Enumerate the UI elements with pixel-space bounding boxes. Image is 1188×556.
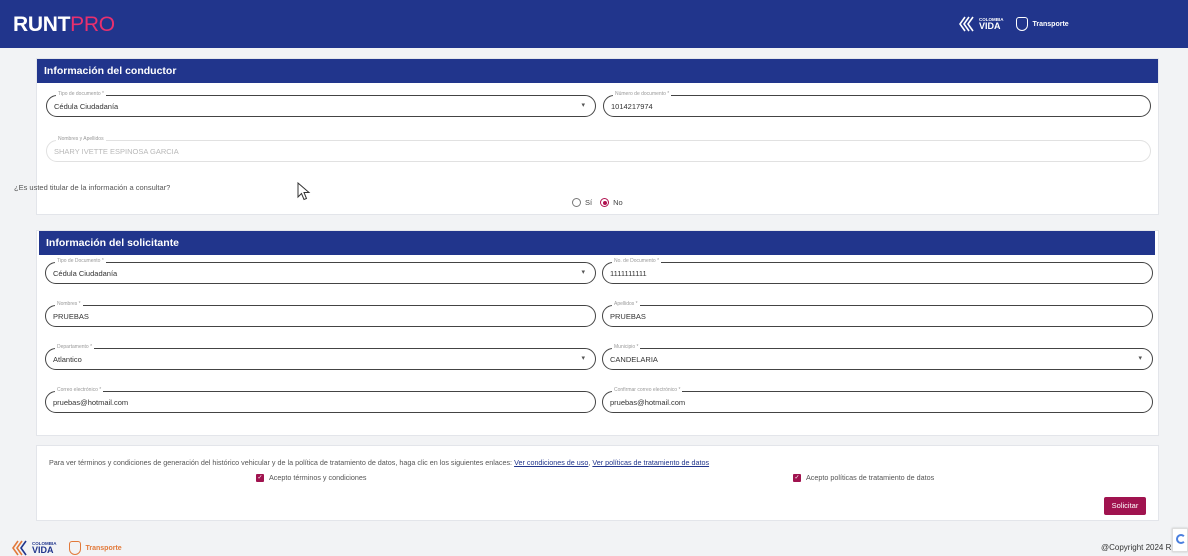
transporte-logo: Transporte [1015, 17, 1069, 31]
header-logos: COLOMBIA VIDA Transporte [958, 16, 1069, 32]
check-icon[interactable]: ✓ [793, 473, 801, 482]
chevron-down-icon: ▾ [1138, 355, 1142, 362]
transporte-logo: Transporte [68, 541, 122, 555]
terms-text: Para ver términos y condiciones de gener… [49, 458, 513, 467]
accept-terms-label: Acepto términos y condiciones [269, 473, 367, 482]
field-label: Municipio * [612, 344, 641, 351]
logo-big-text: VIDA [979, 21, 1001, 31]
copyright: @Copyright 2024 R [1101, 543, 1172, 552]
conductor-full-name-input: Nombres y Apellidos SHARY IVETTE ESPINOS… [46, 136, 1151, 162]
holder-question: ¿Es usted titular de la información a co… [14, 183, 171, 192]
radio-no-label[interactable]: No [613, 198, 623, 207]
field-label: Tipo de documento * [56, 91, 106, 98]
field-value: SHARY IVETTE ESPINOSA GARCIA [54, 147, 179, 156]
solicitar-button[interactable]: Solicitar [1104, 497, 1146, 515]
field-value: pruebas@hotmail.com [610, 398, 686, 407]
chevron-down-icon: ▾ [581, 102, 585, 109]
field-value: PRUEBAS [610, 312, 646, 321]
field-value: CANDELARIA [610, 355, 658, 364]
colombia-vida-icon [959, 16, 974, 32]
field-label: No. de Documento * [612, 258, 662, 265]
conductor-card: Información del conductor Tipo de docume… [36, 58, 1159, 215]
colombia-vida-logo: COLOMBIA VIDA [958, 16, 1004, 32]
policy-link[interactable]: Ver políticas de tratamiento de datos [592, 458, 709, 467]
solicitante-doc-number-input[interactable]: No. de Documento * 1111111111 [602, 258, 1153, 284]
radio-no[interactable] [600, 198, 610, 207]
solicitante-card: Información del solicitante Tipo de Docu… [36, 230, 1159, 436]
chevron-down-icon: ▾ [581, 355, 585, 362]
holder-radio-group: Sí No [572, 198, 623, 207]
shield-icon [68, 541, 81, 555]
chevron-down-icon: ▾ [581, 269, 585, 276]
field-value: 1111111111 [610, 269, 647, 278]
check-icon[interactable]: ✓ [256, 473, 264, 482]
top-bar: RUNTPRO COLOMBIA VIDA Transporte [0, 0, 1188, 48]
field-value: Cédula Ciudadanía [54, 102, 119, 111]
transporte-text: Transporte [85, 544, 122, 552]
accept-policy-label: Acepto políticas de tratamiento de datos [806, 473, 935, 482]
recaptcha-icon [1176, 534, 1186, 544]
field-label: Confirmar correo electrónico * [612, 387, 683, 394]
recaptcha-badge[interactable] [1172, 528, 1188, 552]
terms-text-line: Para ver términos y condiciones de gener… [49, 458, 709, 467]
brand-bold: RUNT [13, 13, 71, 36]
transporte-text: Transporte [1032, 20, 1069, 28]
terms-card [36, 445, 1159, 521]
shield-icon [1015, 17, 1028, 31]
accept-policy-checkbox[interactable]: ✓ Acepto políticas de tratamiento de dat… [793, 473, 934, 482]
terms-separator: , [588, 458, 591, 467]
field-value: PRUEBAS [53, 312, 89, 321]
surnames-input[interactable]: Apellidos * PRUEBAS [602, 301, 1153, 327]
accept-terms-checkbox[interactable]: ✓ Acepto términos y condiciones [256, 473, 366, 482]
field-value: Atlantico [53, 355, 82, 364]
field-value: Cédula Ciudadanía [53, 269, 118, 278]
solicitante-title: Información del solicitante [39, 231, 1155, 255]
names-input[interactable]: Nombres * PRUEBAS [45, 301, 596, 327]
field-label: Tipo de Documento * [55, 258, 106, 265]
field-label: Correo electrónico * [55, 387, 104, 394]
conductor-doc-type-select[interactable]: Tipo de documento * Cédula Ciudadanía ▾ [46, 91, 596, 117]
solicitante-doc-type-select[interactable]: Tipo de Documento * Cédula Ciudadanía ▾ [45, 258, 596, 284]
colombia-vida-logo: COLOMBIA VIDA [11, 540, 57, 556]
brand-light: PRO [70, 13, 115, 36]
email-confirm-input[interactable]: Confirmar correo electrónico * pruebas@h… [602, 387, 1153, 413]
cursor-icon [297, 182, 311, 201]
terms-link[interactable]: Ver condiciones de uso [514, 458, 588, 467]
colombia-vida-icon [12, 540, 27, 556]
conductor-title: Información del conductor [37, 59, 1158, 83]
field-label: Número de documento * [613, 91, 672, 98]
field-value: pruebas@hotmail.com [53, 398, 129, 407]
municipality-select[interactable]: Municipio * CANDELARIA ▾ [602, 344, 1153, 370]
email-input[interactable]: Correo electrónico * pruebas@hotmail.com [45, 387, 596, 413]
logo-big-text: VIDA [32, 545, 54, 555]
field-label: Nombres * [55, 301, 83, 308]
radio-yes-label[interactable]: Sí [585, 198, 592, 207]
field-value: 1014217974 [611, 102, 653, 111]
conductor-doc-number-input[interactable]: Número de documento * 1014217974 [603, 91, 1151, 117]
footer-logos: COLOMBIA VIDA Transporte [11, 540, 122, 556]
department-select[interactable]: Departamento * Atlantico ▾ [45, 344, 596, 370]
field-label: Nombres y Apellidos [56, 136, 106, 143]
radio-yes[interactable] [572, 198, 581, 207]
brand-logo[interactable]: RUNTPRO [13, 13, 115, 37]
field-label: Apellidos * [612, 301, 640, 308]
field-label: Departamento * [55, 344, 95, 351]
